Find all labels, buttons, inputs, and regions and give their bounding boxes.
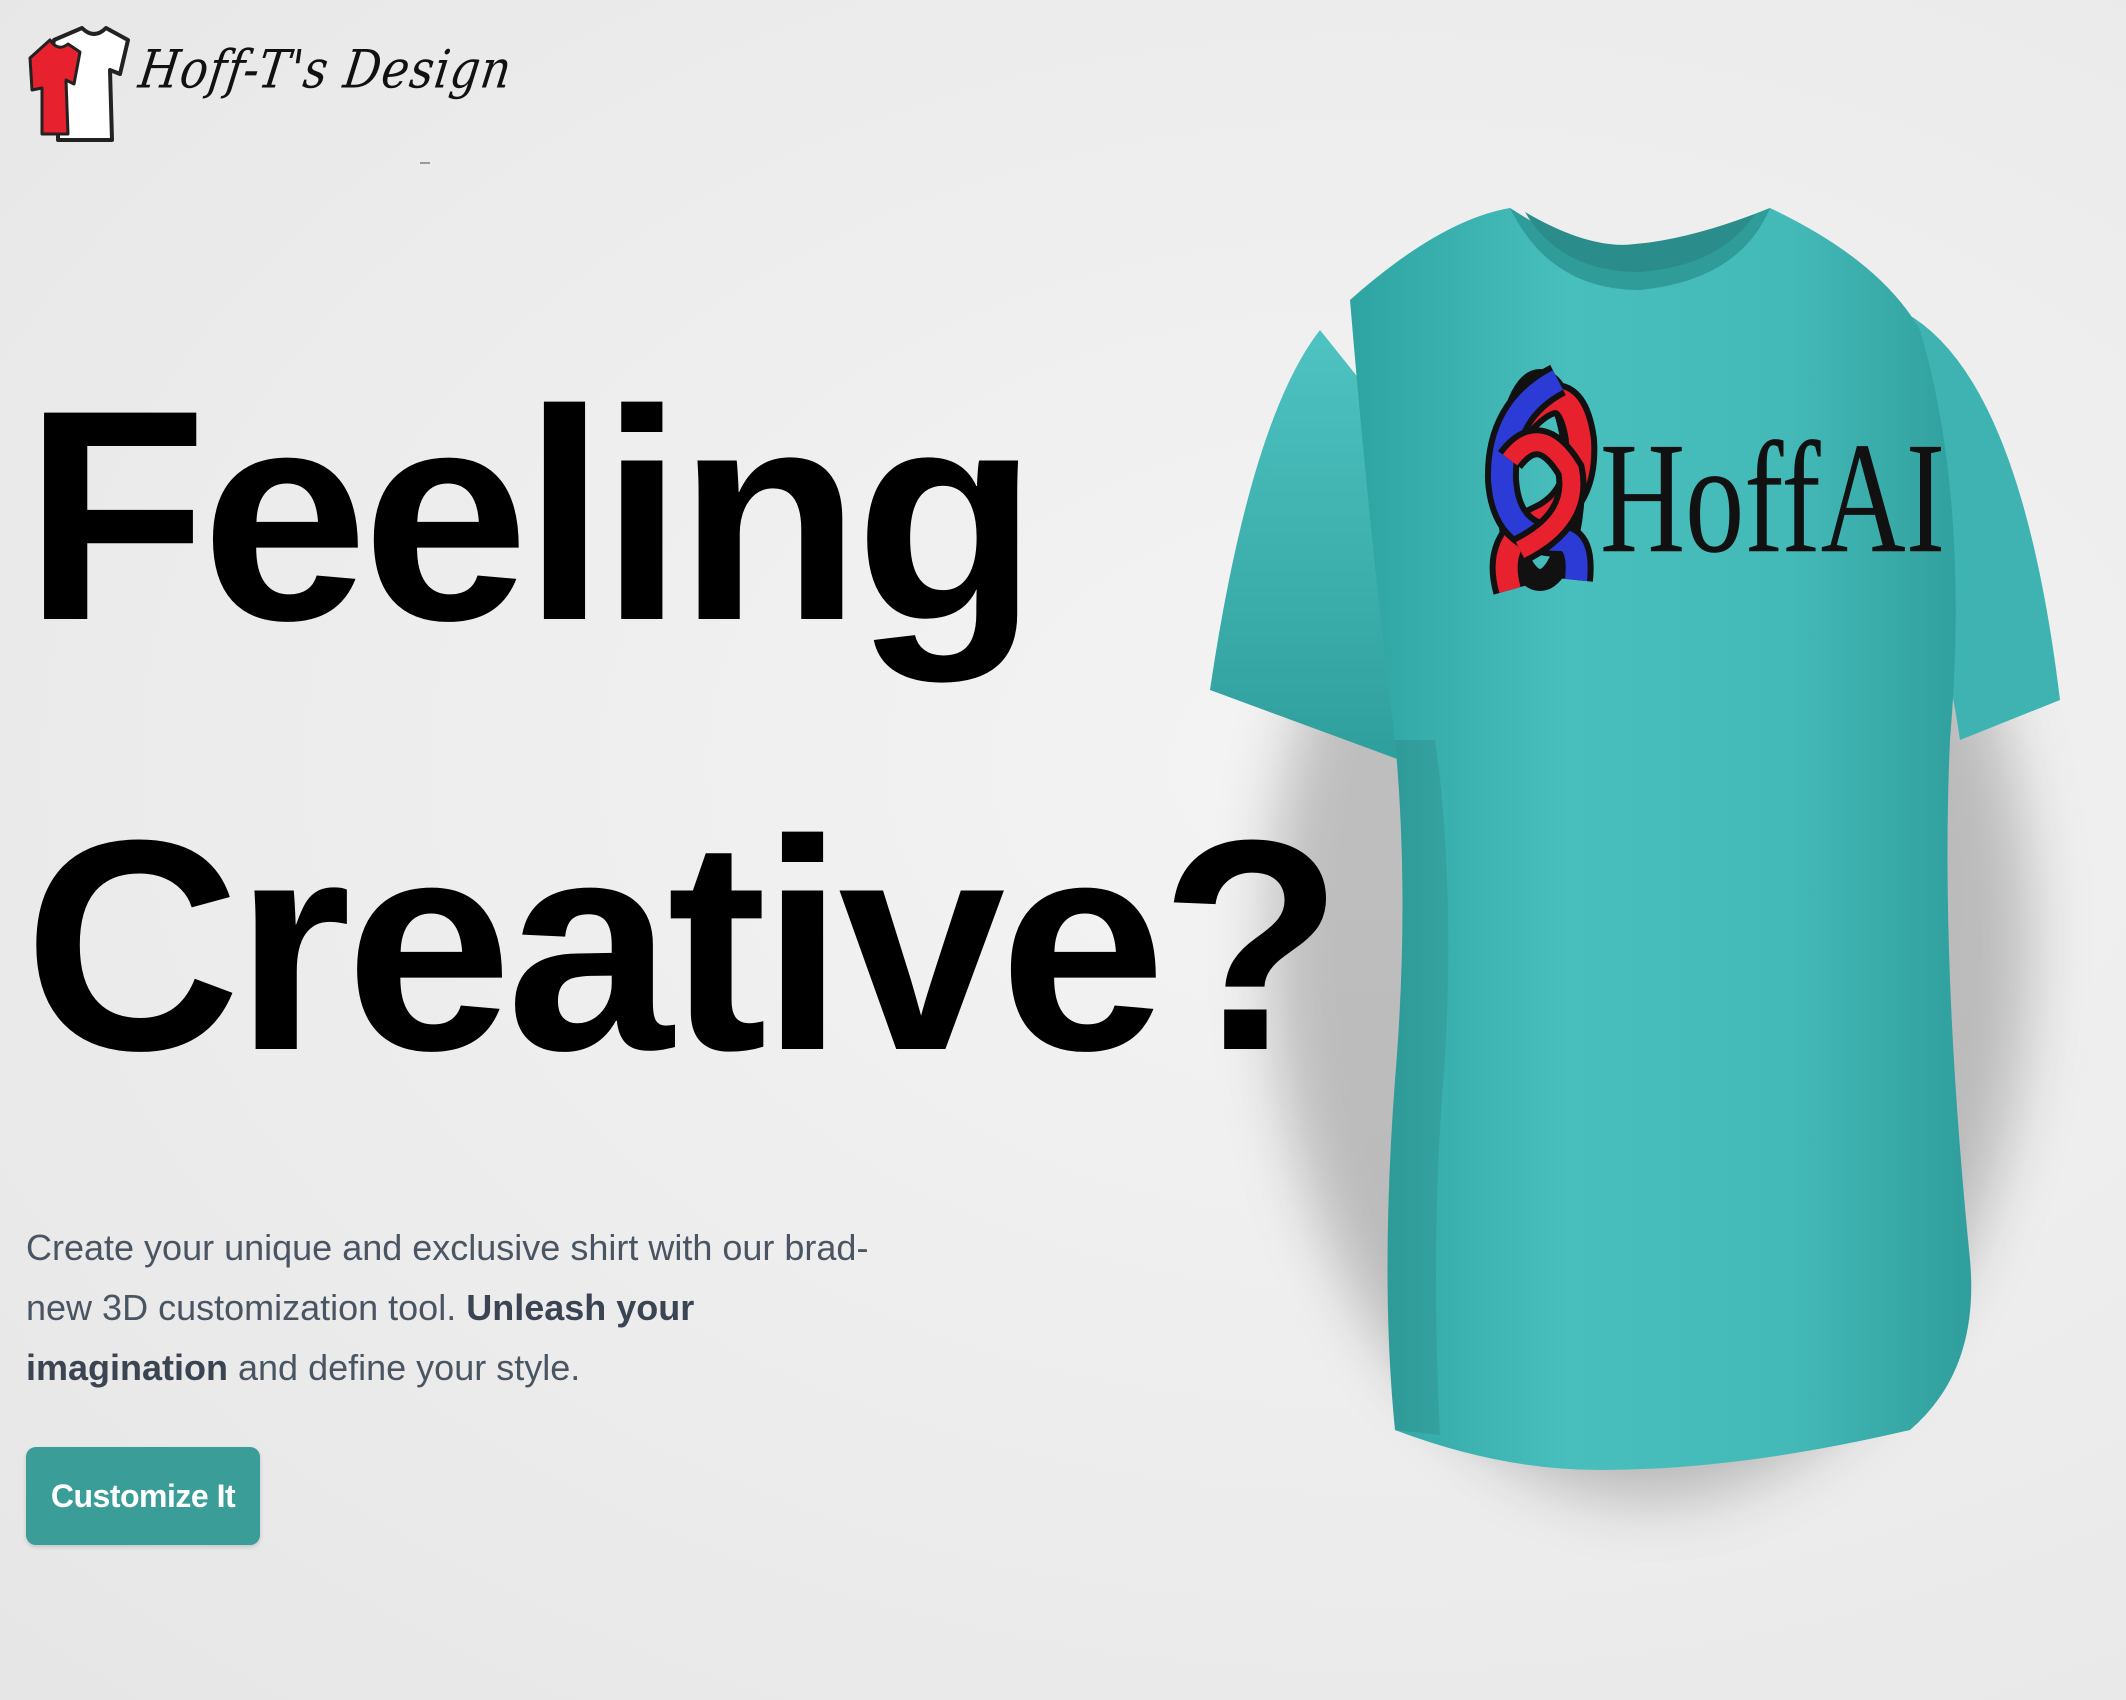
- shirt-preview[interactable]: HoffAI: [1180, 180, 2080, 1540]
- brand-logo[interactable]: Hoff-T's Design: [24, 18, 516, 148]
- headline-line-1: Feeling: [24, 347, 1038, 683]
- description-text-1: Create your unique and exclusive shirt w…: [26, 1227, 869, 1328]
- hero-description: Create your unique and exclusive shirt w…: [26, 1218, 906, 1398]
- tshirt-icon: [28, 26, 130, 142]
- home-page: Hoff-T's Design Feeling Creative? Create…: [0, 0, 2126, 1700]
- description-text-2: and define your style.: [228, 1347, 581, 1388]
- customize-it-button[interactable]: Customize It: [26, 1447, 260, 1545]
- tshirt-3d-model: HoffAI: [1210, 208, 2060, 1500]
- divider: [420, 162, 430, 164]
- shirt-logo-text: HoffAI: [1600, 410, 1945, 586]
- brand-name: Hoff-T's Design: [135, 38, 517, 101]
- hero-headline: Feeling Creative?: [24, 300, 1343, 1160]
- headline-line-2: Creative?: [24, 777, 1343, 1113]
